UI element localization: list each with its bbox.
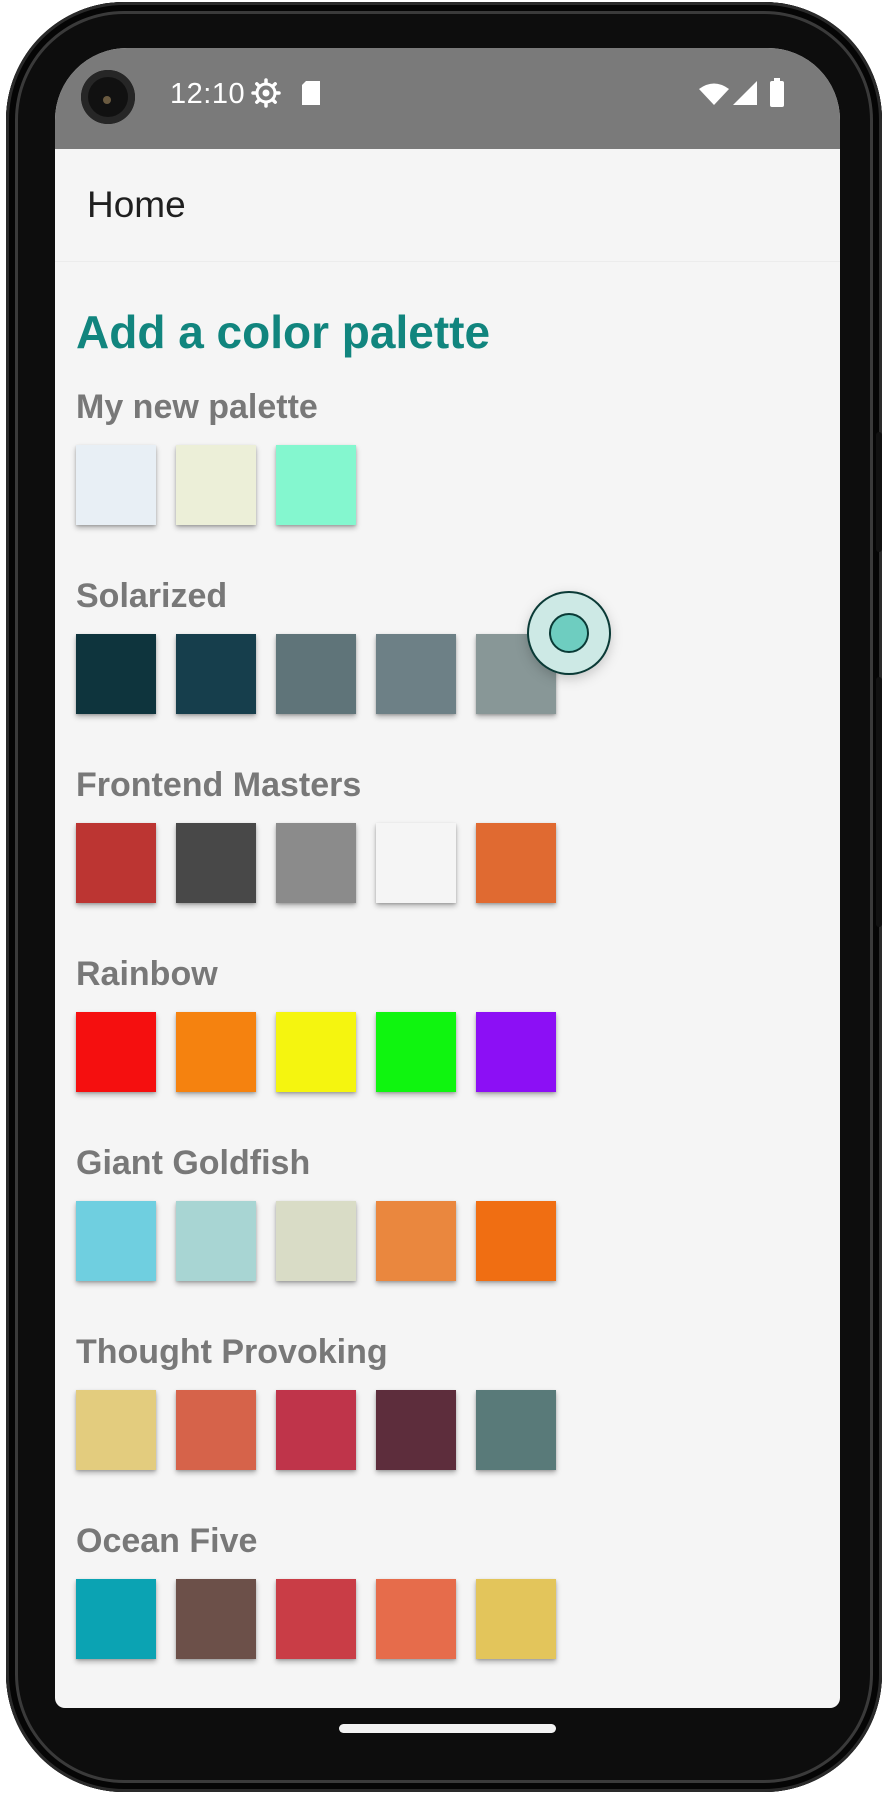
color-swatch [276, 1012, 356, 1092]
battery-icon [770, 78, 784, 107]
color-swatch [76, 823, 156, 903]
swatch-row [76, 1579, 556, 1659]
status-time: 12:10 [170, 78, 246, 110]
status-bar: 12:10 [55, 48, 840, 149]
color-swatch [176, 445, 256, 525]
color-swatch [276, 1201, 356, 1281]
phone-frame: 12:10 Home Add a color palette My new pa… [6, 2, 882, 1792]
palette-name: Solarized [76, 577, 228, 615]
add-palette-heading[interactable]: Add a color palette [76, 305, 490, 359]
palette-name: Ocean Five [76, 1522, 258, 1560]
color-swatch [476, 823, 556, 903]
palette-name: Rainbow [76, 955, 218, 993]
color-swatch [176, 1201, 256, 1281]
wifi-icon [699, 83, 729, 105]
color-swatch [76, 445, 156, 525]
color-swatch [476, 1390, 556, 1470]
color-swatch [76, 1012, 156, 1092]
home-indicator[interactable] [339, 1724, 556, 1733]
swatch-row [76, 634, 556, 714]
swatch-row [76, 1201, 556, 1281]
color-swatch [176, 1390, 256, 1470]
color-swatch [376, 1012, 456, 1092]
app-bar: Home [55, 149, 840, 262]
power-button [876, 432, 882, 552]
color-swatch [76, 1579, 156, 1659]
swatch-row [76, 1390, 556, 1470]
palette-name: Thought Provoking [76, 1333, 388, 1371]
color-swatch [176, 1012, 256, 1092]
color-swatch [376, 1390, 456, 1470]
color-swatch [76, 1201, 156, 1281]
color-swatch [176, 823, 256, 903]
palette-name: Giant Goldfish [76, 1144, 311, 1182]
color-swatch [376, 1579, 456, 1659]
color-swatch [76, 1390, 156, 1470]
color-swatch [276, 1390, 356, 1470]
color-swatch [376, 1201, 456, 1281]
color-swatch [76, 634, 156, 714]
color-swatch [376, 634, 456, 714]
color-swatch [476, 1201, 556, 1281]
palette-name: My new palette [76, 388, 318, 426]
color-swatch [476, 1579, 556, 1659]
color-swatch [176, 634, 256, 714]
color-swatch [276, 634, 356, 714]
sd-card-icon [302, 81, 320, 105]
color-swatch [176, 1579, 256, 1659]
app-bar-title: Home [87, 184, 186, 225]
settings-icon [251, 78, 281, 108]
color-swatch [276, 1579, 356, 1659]
signal-icon [733, 81, 757, 105]
swatch-row [76, 823, 556, 903]
swatch-row [76, 445, 356, 525]
volume-button [876, 677, 882, 927]
touch-indicator [529, 593, 609, 673]
color-swatch [476, 1012, 556, 1092]
palette-name: Frontend Masters [76, 766, 362, 804]
color-swatch [276, 823, 356, 903]
color-swatch [276, 445, 356, 525]
swatch-row [76, 1012, 556, 1092]
screen: 12:10 Home Add a color palette My new pa… [55, 48, 840, 1708]
color-swatch [376, 823, 456, 903]
front-camera [81, 70, 135, 124]
